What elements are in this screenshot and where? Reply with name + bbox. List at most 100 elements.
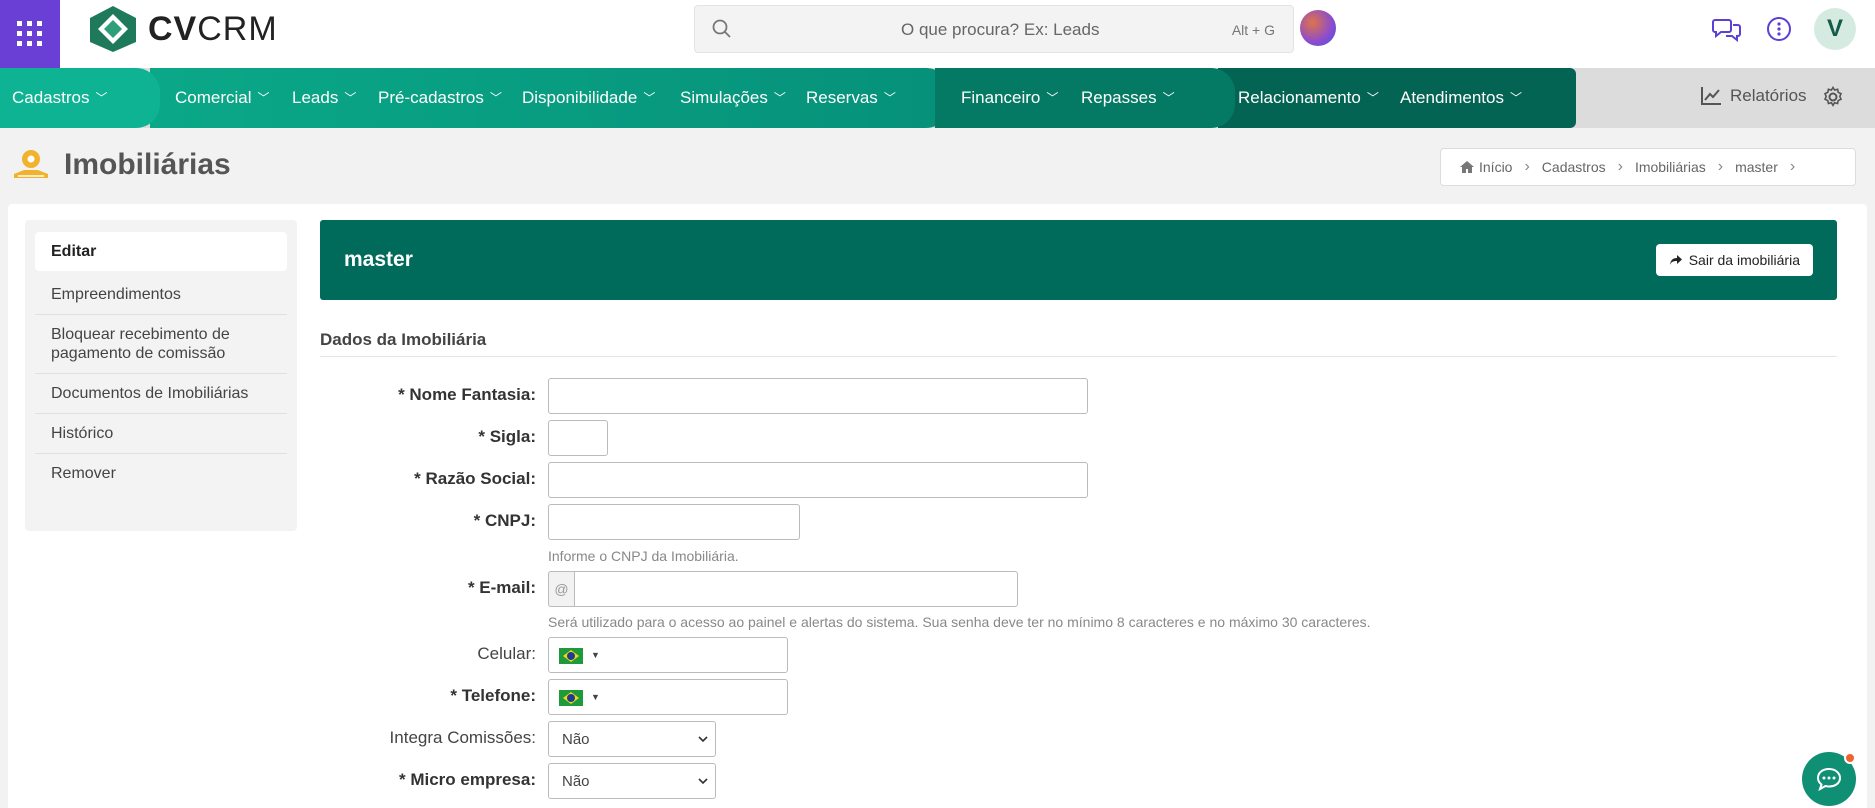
chevron-down-icon: ﹀ xyxy=(643,91,656,105)
chevron-down-icon: ﹀ xyxy=(1366,91,1379,105)
main-nav: Cadastros ﹀ Comercial ﹀ Leads ﹀ Pré-cadastr… xyxy=(0,68,1875,128)
cnpj-help: Informe o CNPJ da Imobiliária. xyxy=(548,548,739,564)
share-arrow-icon xyxy=(1669,255,1682,265)
nav-leads[interactable]: Leads ﹀ xyxy=(292,88,356,108)
micro-empresa-select[interactable]: Não xyxy=(548,763,716,799)
chevron-down-icon: ﹀ xyxy=(883,91,896,105)
cnpj-label: * CNPJ: xyxy=(473,511,536,530)
messages-button[interactable] xyxy=(1712,14,1742,44)
exit-agency-button[interactable]: Sair da imobiliária xyxy=(1655,244,1813,276)
nav-pre-cadastros[interactable]: Pré-cadastros ﹀ xyxy=(378,88,502,108)
celular-input[interactable]: ▼ xyxy=(548,637,788,673)
sigla-label: * Sigla: xyxy=(478,427,536,446)
nav-atendimentos[interactable]: Atendimentos ﹀ xyxy=(1400,88,1522,108)
apps-grid-button[interactable] xyxy=(0,0,60,68)
settings-button[interactable] xyxy=(1822,86,1844,108)
side-item-bloquear-comissao[interactable]: Bloquear recebimento de pagamento de com… xyxy=(35,315,287,374)
email-at-addon: @ xyxy=(548,571,574,607)
chevron-right-icon: › xyxy=(1789,158,1796,175)
page-title: Imobiliárias xyxy=(64,148,231,181)
caret-down-icon: ▼ xyxy=(591,650,600,660)
email-input[interactable] xyxy=(574,571,1018,607)
nome-fantasia-input[interactable] xyxy=(548,378,1088,414)
nav-repasses[interactable]: Repasses ﹀ xyxy=(1081,88,1175,108)
side-item-documentos[interactable]: Documentos de Imobiliárias xyxy=(35,374,287,414)
home-icon xyxy=(1460,161,1474,173)
chevron-down-icon: ﹀ xyxy=(489,91,502,105)
top-bar: CVCRM O que procura? Ex: Leads Alt + G V xyxy=(0,0,1875,68)
chevron-down-icon: ﹀ xyxy=(1509,91,1522,105)
search-shortcut: Alt + G xyxy=(1231,22,1275,38)
logo-text: CVCRM xyxy=(148,9,278,48)
chat-bubble-icon xyxy=(1816,767,1842,792)
breadcrumb-current: master xyxy=(1735,159,1778,175)
telefone-input[interactable]: ▼ xyxy=(548,679,788,715)
breadcrumb-cadastros[interactable]: Cadastros xyxy=(1542,159,1606,175)
nav-comercial[interactable]: Comercial ﹀ xyxy=(175,88,270,108)
agency-name: master xyxy=(344,248,413,271)
cvcrm-logo-icon xyxy=(90,6,136,52)
celular-label: Celular: xyxy=(477,644,536,663)
integra-comissoes-label: Integra Comissões: xyxy=(389,728,536,747)
nav-reservas[interactable]: Reservas ﹀ xyxy=(806,88,896,108)
breadcrumb-home[interactable]: Início xyxy=(1479,159,1512,175)
search-placeholder: O que procura? Ex: Leads xyxy=(901,20,1100,39)
chevron-down-icon: ﹀ xyxy=(773,91,786,105)
profile-orb[interactable] xyxy=(1300,10,1336,46)
gear-icon xyxy=(1823,86,1843,107)
brazil-flag-icon[interactable] xyxy=(559,690,583,706)
side-item-historico[interactable]: Histórico xyxy=(35,414,287,454)
integra-comissoes-select[interactable]: Não xyxy=(548,721,716,757)
chat-bubbles-icon xyxy=(1712,19,1741,42)
chevron-down-icon: ﹀ xyxy=(1046,91,1059,105)
nav-relacionamento[interactable]: Relacionamento ﹀ xyxy=(1238,88,1379,108)
chevron-right-icon: › xyxy=(1717,158,1724,175)
exit-agency-label: Sair da imobiliária xyxy=(1688,252,1800,268)
chevron-down-icon: ﹀ xyxy=(257,91,270,105)
micro-empresa-value: Não xyxy=(562,772,590,790)
side-item-editar[interactable]: Editar xyxy=(35,232,287,271)
razao-social-input[interactable] xyxy=(548,462,1088,498)
sigla-input[interactable] xyxy=(548,420,608,456)
nav-simulacoes[interactable]: Simulações ﹀ xyxy=(680,88,786,108)
breadcrumb: Início › Cadastros › Imobiliárias › mast… xyxy=(1440,148,1856,186)
chevron-down-icon xyxy=(698,778,708,785)
reports-link[interactable]: Relatórios xyxy=(1700,86,1807,106)
breadcrumb-imobiliarias[interactable]: Imobiliárias xyxy=(1635,159,1706,175)
brazil-flag-icon[interactable] xyxy=(559,648,583,664)
side-item-empreendimentos[interactable]: Empreendimentos xyxy=(35,275,287,315)
reports-label: Relatórios xyxy=(1730,86,1807,105)
side-menu: Editar Empreendimentos Bloquear recebime… xyxy=(25,220,297,531)
caret-down-icon: ▼ xyxy=(591,692,600,702)
chevron-right-icon: › xyxy=(1524,158,1530,175)
nome-fantasia-label: * Nome Fantasia: xyxy=(398,385,536,404)
nav-financeiro[interactable]: Financeiro ﹀ xyxy=(961,88,1058,108)
notification-dot xyxy=(1844,752,1856,764)
global-search[interactable]: O que procura? Ex: Leads Alt + G xyxy=(694,5,1294,53)
cvcrm-logo[interactable]: CVCRM xyxy=(88,4,278,54)
chevron-right-icon: › xyxy=(1617,158,1623,175)
more-info-button[interactable] xyxy=(1764,14,1794,44)
more-info-icon xyxy=(1767,17,1791,41)
user-avatar[interactable]: V xyxy=(1814,8,1856,50)
micro-empresa-label: * Micro empresa: xyxy=(399,770,536,789)
integra-comissoes-value: Não xyxy=(562,730,590,748)
page-header: Imobiliárias xyxy=(12,146,231,184)
side-item-remover[interactable]: Remover xyxy=(35,454,287,493)
email-help: Será utilizado para o acesso ao painel e… xyxy=(548,614,1371,630)
real-estate-agency-icon xyxy=(14,150,48,178)
chevron-down-icon: ﹀ xyxy=(1162,91,1175,105)
cnpj-input[interactable] xyxy=(548,504,800,540)
chevron-down-icon: ﹀ xyxy=(95,91,108,105)
apps-grid-icon xyxy=(17,21,42,46)
nav-cadastros[interactable]: Cadastros ﹀ xyxy=(12,88,108,108)
email-label: * E-mail: xyxy=(467,578,536,597)
search-icon xyxy=(712,19,731,38)
chevron-down-icon xyxy=(698,736,708,743)
chevron-down-icon: ﹀ xyxy=(344,91,357,105)
razao-social-label: * Razão Social: xyxy=(414,469,536,488)
section-title: Dados da Imobiliária xyxy=(320,330,1837,357)
nav-disponibilidade[interactable]: Disponibilidade ﹀ xyxy=(522,88,655,108)
agency-banner: master Sair da imobiliária xyxy=(320,220,1837,300)
telefone-label: * Telefone: xyxy=(450,686,536,705)
